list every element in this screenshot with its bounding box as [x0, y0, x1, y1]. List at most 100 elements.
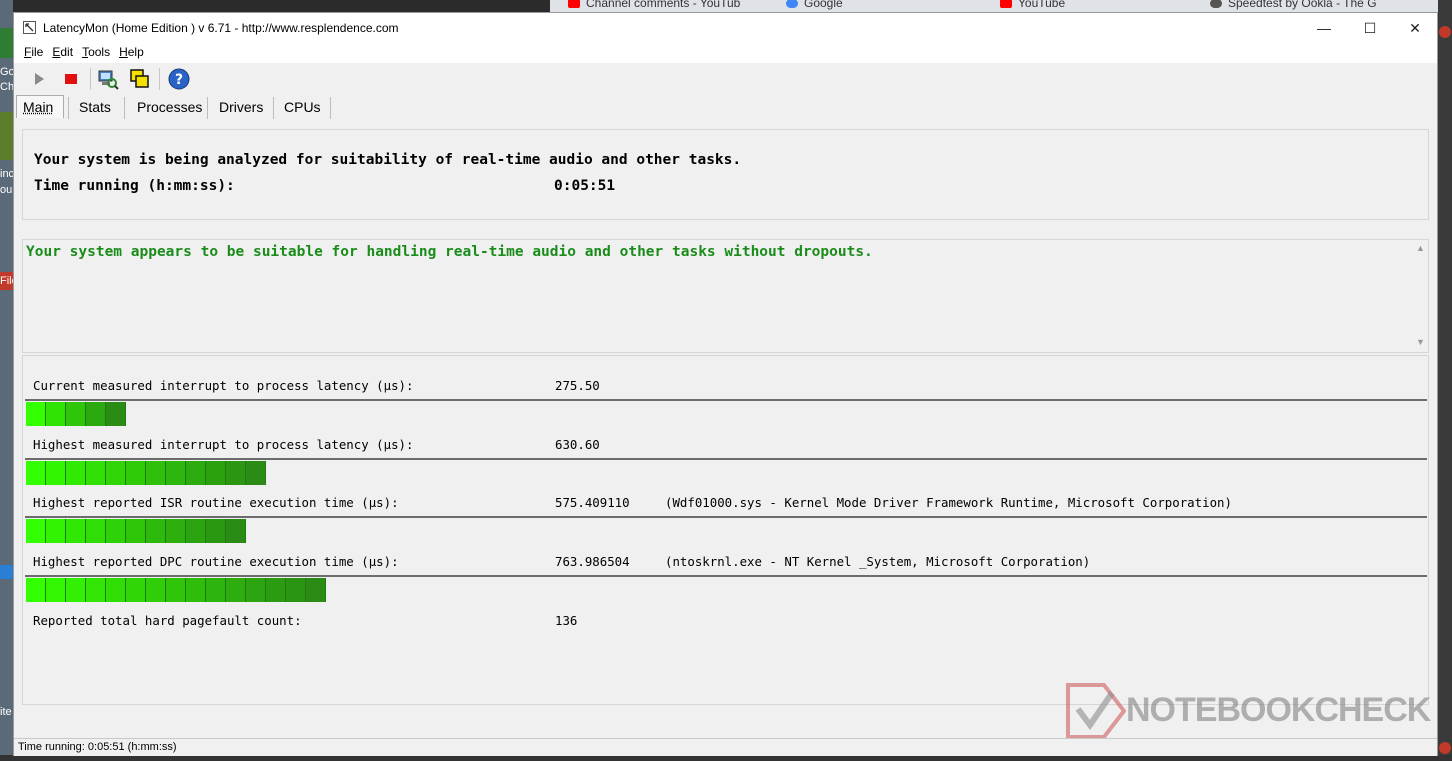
- metric-value: 763.986504: [555, 554, 630, 569]
- help-icon: ?: [168, 68, 190, 90]
- latency-bar: [25, 575, 1427, 602]
- toolbar-separator: [159, 68, 160, 90]
- start-button[interactable]: [28, 68, 50, 90]
- analysis-panel: Your system is being analyzed for suitab…: [22, 129, 1429, 220]
- metric-value: 575.409110: [555, 495, 630, 510]
- menu-tools[interactable]: Tools: [76, 43, 113, 63]
- scroll-up-icon[interactable]: ▲: [1416, 243, 1425, 253]
- notebookcheck-watermark: NOTEBOOKCHECK: [1066, 681, 1431, 739]
- latencymon-app-icon: [23, 21, 36, 34]
- latency-bar-segment: [26, 461, 46, 485]
- metric-label: Highest reported ISR routine execution t…: [33, 495, 399, 510]
- minimize-icon: —: [1317, 20, 1331, 36]
- latency-bar-segment: [246, 578, 266, 602]
- youtube-icon: [1000, 0, 1012, 8]
- maximize-button[interactable]: ☐: [1347, 13, 1393, 43]
- scroll-down-icon[interactable]: ▼: [1416, 337, 1425, 347]
- latency-bar-segment: [106, 519, 126, 543]
- tab-stats-label: Stats: [79, 99, 111, 115]
- latency-bar-fill: [26, 461, 266, 485]
- latency-bar-segment: [166, 461, 186, 485]
- menu-help[interactable]: Help: [113, 43, 147, 63]
- play-icon: [35, 73, 44, 85]
- verdict-scrollbar[interactable]: ▲ ▼: [1413, 241, 1427, 351]
- latency-bar-segment: [26, 402, 46, 426]
- browser-tab[interactable]: Speedtest by Ookla - The G: [1210, 0, 1377, 11]
- pagefault-value: 136: [555, 613, 578, 628]
- latency-bar-segment: [106, 402, 126, 426]
- latencymon-window: LatencyMon (Home Edition ) v 6.71 - http…: [13, 12, 1438, 756]
- latency-bar-segment: [26, 578, 46, 602]
- time-running-value: 0:05:51: [554, 178, 616, 194]
- browser-tab[interactable]: Channel comments - YouTub: [568, 0, 740, 11]
- tab-cpus[interactable]: CPUs: [284, 97, 321, 117]
- latency-bar-segment: [186, 519, 206, 543]
- latency-bar: [25, 516, 1427, 543]
- toolbar: ?: [14, 63, 1437, 95]
- latency-bar-segment: [266, 578, 286, 602]
- background-block: [0, 112, 13, 160]
- tab-separator: [68, 97, 69, 119]
- metric-label: Highest reported DPC routine execution t…: [33, 554, 399, 569]
- menu-edit[interactable]: Edit: [46, 43, 76, 63]
- tab-processes[interactable]: Processes: [137, 97, 202, 117]
- menu-file[interactable]: File: [14, 43, 46, 63]
- help-button[interactable]: ?: [168, 68, 190, 90]
- latency-bar-segment: [66, 461, 86, 485]
- tab-stats[interactable]: Stats: [79, 97, 111, 117]
- browser-tab[interactable]: Google: [786, 0, 843, 11]
- tab-separator: [124, 97, 125, 119]
- latency-bar-segment: [146, 461, 166, 485]
- background-text: Chr: [0, 81, 13, 93]
- verdict-message: Your system appears to be suitable for h…: [26, 244, 873, 260]
- windows-view-button[interactable]: [129, 68, 151, 90]
- google-icon: [786, 0, 798, 8]
- tab-separator: [330, 97, 331, 119]
- tab-main-label: Main: [23, 99, 54, 115]
- menu-help-label: elp: [127, 45, 144, 59]
- latency-bar-segment: [206, 578, 226, 602]
- latency-bar-segment: [186, 461, 206, 485]
- latency-bar-segment: [66, 402, 86, 426]
- latency-bar-segment: [186, 578, 206, 602]
- latency-bar-segment: [146, 519, 166, 543]
- latency-bar-segment: [46, 519, 66, 543]
- analyze-drivers-button[interactable]: [97, 68, 119, 90]
- close-button[interactable]: ✕: [1392, 13, 1438, 43]
- background-block: [0, 28, 13, 58]
- tab-drivers-label: Drivers: [219, 99, 264, 115]
- window-title: LatencyMon (Home Edition ) v 6.71 - http…: [43, 21, 399, 35]
- latency-bar-fill: [26, 519, 246, 543]
- background-text: our: [0, 184, 13, 196]
- latency-bar-fill: [26, 578, 326, 602]
- latency-bar-segment: [26, 519, 46, 543]
- speedtest-icon: [1210, 0, 1222, 8]
- stop-button[interactable]: [60, 68, 82, 90]
- menu-tools-label: ools: [88, 45, 111, 59]
- background-desktop-strip: Goo Chr inc our File ite: [0, 0, 13, 761]
- latency-bar-segment: [166, 578, 186, 602]
- tab-drivers[interactable]: Drivers: [219, 97, 263, 117]
- menu-edit-label: dit: [60, 45, 74, 59]
- background-right-strip: [1438, 0, 1452, 761]
- background-browser-tabs: Channel comments - YouTub Google YouTube…: [550, 0, 1452, 12]
- title-bar[interactable]: LatencyMon (Home Edition ) v 6.71 - http…: [14, 13, 1437, 43]
- windows-icon: [130, 69, 149, 88]
- metric-value: 275.50: [555, 378, 600, 393]
- tab-main[interactable]: Main: [16, 95, 64, 118]
- metric-label: Highest measured interrupt to process la…: [33, 437, 414, 452]
- latency-bar-segment: [106, 578, 126, 602]
- background-badge: [1439, 742, 1451, 754]
- browser-tab[interactable]: YouTube: [1000, 0, 1065, 11]
- background-text: inc: [0, 168, 13, 180]
- toolbar-separator: [90, 68, 91, 90]
- latency-bar-segment: [126, 578, 146, 602]
- latency-bar-segment: [66, 578, 86, 602]
- latency-bar-segment: [126, 461, 146, 485]
- metric-detail: (Wdf01000.sys - Kernel Mode Driver Frame…: [665, 495, 1232, 510]
- tab-processes-label: Processes: [137, 99, 203, 115]
- metric-value: 630.60: [555, 437, 600, 452]
- latency-bar-segment: [146, 578, 166, 602]
- minimize-button[interactable]: —: [1301, 13, 1347, 43]
- latency-bar-segment: [46, 461, 66, 485]
